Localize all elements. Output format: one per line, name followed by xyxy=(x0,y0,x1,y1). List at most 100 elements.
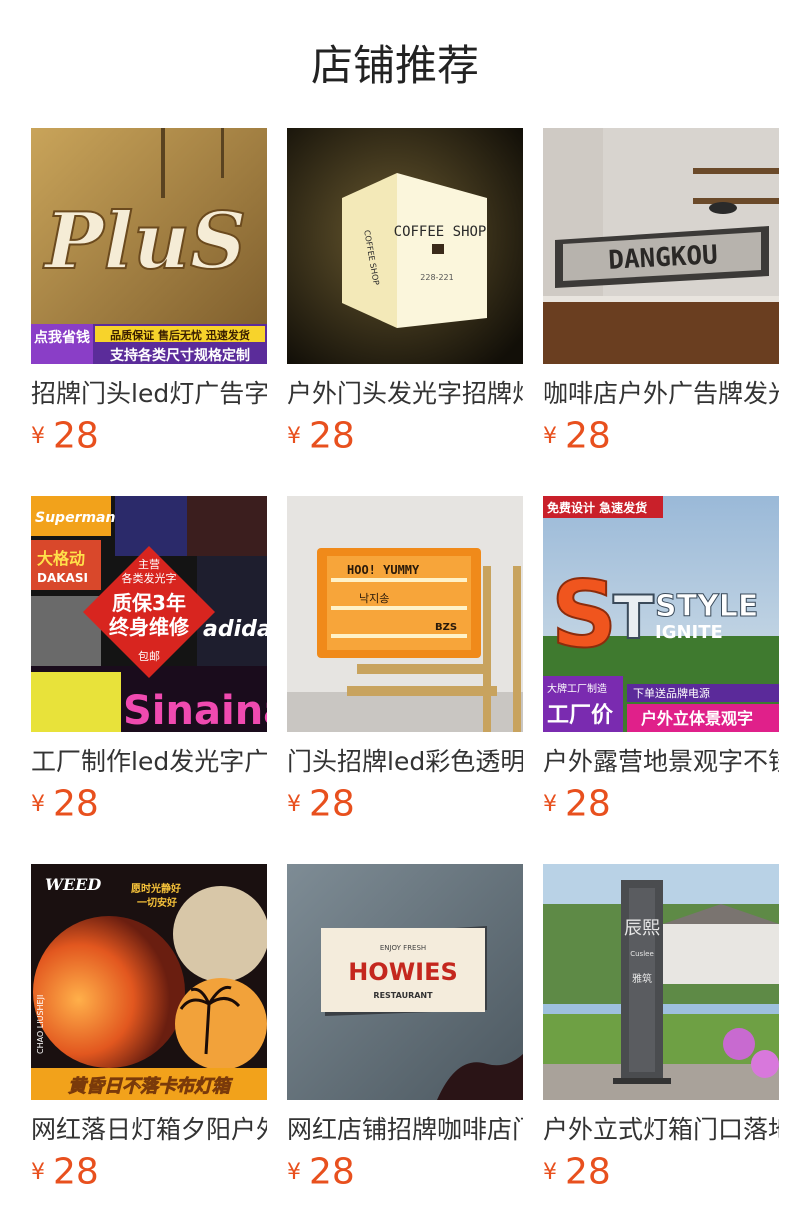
product-image[interactable]: PluS 点我省钱 品质保证 售后无忧 迅速发货 支持各类尺寸规格定制 xyxy=(31,128,267,364)
price-value: 28 xyxy=(53,1151,99,1193)
product-title[interactable]: 户外门头发光字招牌灯 xyxy=(287,378,523,410)
promo-banner-bottom: 支持各类尺寸规格定制 xyxy=(109,347,250,364)
brand-text: WEED xyxy=(45,875,101,894)
sunset-lightbox-image: WEED 愿时光静好 一切安好 CHAO LIUSHEJI 黄昏日不落卡布灯箱 xyxy=(31,864,267,1100)
price-value: 28 xyxy=(565,783,611,825)
cup-icon xyxy=(432,244,444,254)
price-value: 28 xyxy=(565,1151,611,1193)
sign-small-text: ENJOY FRESH xyxy=(380,944,426,952)
howies-lightbox-image: ENJOY FRESH HOWIES RESTAURANT xyxy=(287,864,523,1100)
product-card[interactable]: Superman toy 大格动 DAKASI adidas Sinaina 主… xyxy=(31,496,267,864)
product-card[interactable]: WEED 愿时光静好 一切安好 CHAO LIUSHEJI 黄昏日不落卡布灯箱 … xyxy=(31,864,267,1232)
product-card[interactable]: ENJOY FRESH HOWIES RESTAURANT 网红店铺招牌咖啡店门… xyxy=(287,864,523,1232)
currency-symbol: ¥ xyxy=(31,1159,45,1185)
sign-letters: STYLE xyxy=(655,589,758,624)
badge-text: 主营 xyxy=(138,557,160,571)
promo-banner: 黄昏日不落卡布灯箱 xyxy=(68,1076,233,1097)
price-value: 28 xyxy=(53,415,99,457)
currency-symbol: ¥ xyxy=(31,423,45,449)
currency-symbol: ¥ xyxy=(287,423,301,449)
product-card[interactable]: 辰熙 Cuslee 雅筑 户外立式灯箱门口落地 ¥28 xyxy=(543,864,779,1232)
sign-subtext: RESTAURANT xyxy=(373,991,433,1000)
letter-s: S xyxy=(551,561,617,668)
currency-symbol: ¥ xyxy=(287,1159,301,1185)
product-price: ¥28 xyxy=(287,784,523,824)
product-card[interactable]: HOO! YUMMY 낙지송 BZS 门头招牌led彩色透明 ¥28 xyxy=(287,496,523,864)
product-title[interactable]: 门头招牌led彩色透明 xyxy=(287,746,523,778)
product-title[interactable]: 咖啡店户外广告牌发光 xyxy=(543,378,779,410)
product-price: ¥28 xyxy=(31,784,267,824)
product-card[interactable]: COFFEE SHOP 228-221 COFFEE SHOP 户外门头发光字招… xyxy=(287,128,523,496)
product-card[interactable]: 免费设计 急速发货 S T STYLE IGNITE 大牌工厂制造 工厂价 下单… xyxy=(543,496,779,864)
badge-factory: 大牌工厂制造 xyxy=(547,682,607,695)
plus-sign-image: PluS 点我省钱 品质保证 售后无忧 迅速发货 支持各类尺寸规格定制 xyxy=(31,128,267,364)
product-price: ¥28 xyxy=(543,1152,779,1192)
product-grid: PluS 点我省钱 品质保证 售后无忧 迅速发货 支持各类尺寸规格定制 招牌门头… xyxy=(31,128,790,1232)
currency-symbol: ¥ xyxy=(543,1159,557,1185)
product-title[interactable]: 户外立式灯箱门口落地 xyxy=(543,1114,779,1146)
product-image[interactable]: Superman toy 大格动 DAKASI adidas Sinaina 主… xyxy=(31,496,267,732)
product-card[interactable]: PluS 点我省钱 品质保证 售后无忧 迅速发货 支持各类尺寸规格定制 招牌门头… xyxy=(31,128,267,496)
badge-product: 户外立体景观字 xyxy=(641,709,753,728)
product-title[interactable]: 网红落日灯箱夕阳户外 xyxy=(31,1114,267,1146)
brand-text: adidas xyxy=(203,617,267,642)
product-title[interactable]: 户外露营地景观字不锈 xyxy=(543,746,779,778)
product-image[interactable]: HOO! YUMMY 낙지송 BZS xyxy=(287,496,523,732)
page-title: 店铺推荐 xyxy=(310,41,479,90)
product-price: ¥28 xyxy=(543,784,779,824)
product-title[interactable]: 网红店铺招牌咖啡店门 xyxy=(287,1114,523,1146)
sign-letters: HOWIES xyxy=(348,958,458,986)
currency-symbol: ¥ xyxy=(543,423,557,449)
sign-tag: BZS xyxy=(435,622,457,633)
price-value: 28 xyxy=(309,783,355,825)
save-badge: 点我省钱 xyxy=(34,329,90,346)
coffee-shop-lightbox-image: COFFEE SHOP 228-221 COFFEE SHOP xyxy=(287,128,523,364)
product-image[interactable]: 辰熙 Cuslee 雅筑 xyxy=(543,864,779,1100)
lightbox-front-text: COFFEE SHOP xyxy=(394,224,487,240)
sign-letters: HOO! YUMMY xyxy=(347,563,420,577)
currency-symbol: ¥ xyxy=(543,791,557,817)
brand-text: 大格动 xyxy=(37,549,85,568)
brand-text: DAKASI xyxy=(37,571,88,585)
badge-free: 下单送品牌电源 xyxy=(633,686,710,700)
badge-text: 终身维修 xyxy=(109,615,190,639)
product-price: ¥28 xyxy=(287,1152,523,1192)
dangkou-sign-image: DANGKOU xyxy=(543,128,779,364)
standing-sign-pylon-image: 辰熙 Cuslee 雅筑 xyxy=(543,864,779,1100)
sign-subtext: IGNITE xyxy=(655,622,723,643)
product-image[interactable]: 免费设计 急速发货 S T STYLE IGNITE 大牌工厂制造 工厂价 下单… xyxy=(543,496,779,732)
led-letters-collage-image: Superman toy 大格动 DAKASI adidas Sinaina 主… xyxy=(31,496,267,732)
price-value: 28 xyxy=(309,415,355,457)
product-image[interactable]: ENJOY FRESH HOWIES RESTAURANT xyxy=(287,864,523,1100)
badge-text: 质保3年 xyxy=(112,591,186,615)
price-value: 28 xyxy=(565,415,611,457)
product-title[interactable]: 招牌门头led灯广告字 xyxy=(31,378,267,410)
currency-symbol: ¥ xyxy=(287,791,301,817)
price-value: 28 xyxy=(309,1151,355,1193)
product-price: ¥28 xyxy=(31,1152,267,1192)
pylon-en: Cuslee xyxy=(630,950,654,958)
pylon-title: 辰熙 xyxy=(624,918,660,939)
product-price: ¥28 xyxy=(543,416,779,456)
orange-acrylic-sign-image: HOO! YUMMY 낙지송 BZS xyxy=(287,496,523,732)
badge-top: 免费设计 急速发货 xyxy=(547,500,647,515)
currency-symbol: ¥ xyxy=(31,791,45,817)
product-image[interactable]: WEED 愿时光静好 一切安好 CHAO LIUSHEJI 黄昏日不落卡布灯箱 xyxy=(31,864,267,1100)
product-price: ¥28 xyxy=(31,416,267,456)
slogan-text: 一切安好 xyxy=(137,896,177,909)
product-title[interactable]: 工厂制作led发光字广告 xyxy=(31,746,267,778)
price-value: 28 xyxy=(53,783,99,825)
badge-text: 包邮 xyxy=(138,650,160,663)
slogan-text: 愿时光静好 xyxy=(131,882,181,895)
sign-letters: DANGKOU xyxy=(608,240,719,276)
product-image[interactable]: DANGKOU xyxy=(543,128,779,364)
product-image[interactable]: COFFEE SHOP 228-221 COFFEE SHOP xyxy=(287,128,523,364)
badge-text: 各类发光字 xyxy=(122,571,177,585)
style-landscape-letters-image: 免费设计 急速发货 S T STYLE IGNITE 大牌工厂制造 工厂价 下单… xyxy=(543,496,779,732)
badge-price: 工厂价 xyxy=(547,703,614,728)
sign-letters: PluS xyxy=(43,196,246,287)
sign-subtext: 낙지송 xyxy=(359,592,389,605)
pylon-sub: 雅筑 xyxy=(632,972,652,985)
lightbox-small-text: 228-221 xyxy=(420,273,453,282)
product-card[interactable]: DANGKOU 咖啡店户外广告牌发光 ¥28 xyxy=(543,128,779,496)
